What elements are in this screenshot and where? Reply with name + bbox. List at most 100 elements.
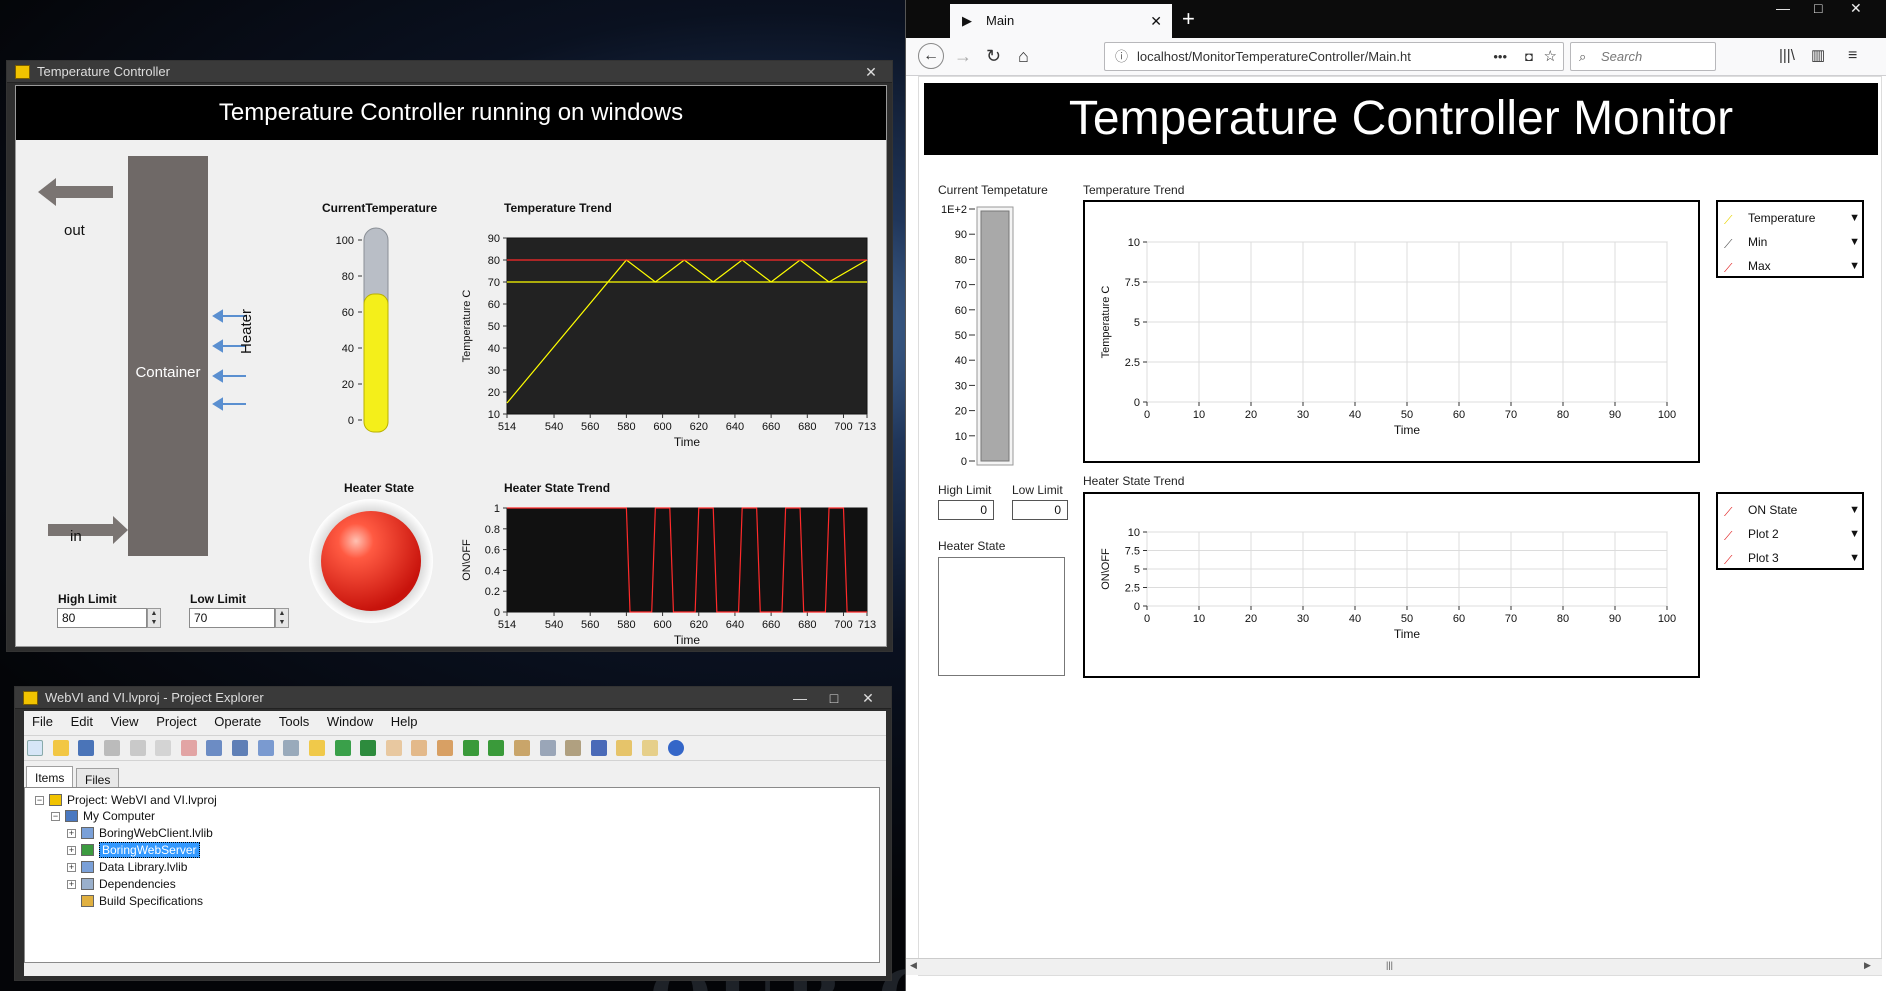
chevron-down-icon[interactable]: ▼ <box>1849 256 1860 276</box>
menu-icon[interactable]: ≡ <box>1848 46 1857 66</box>
tree-item-boringwebclient[interactable]: BoringWebClient.lvlib <box>81 825 213 841</box>
tree-item-data-library[interactable]: Data Library.lvlib <box>81 859 187 875</box>
build-icon[interactable] <box>206 740 223 756</box>
legend-item-min[interactable]: ⟋ Min ▼ <box>1724 232 1862 252</box>
menu-tools[interactable]: Tools <box>279 714 309 729</box>
help-icon[interactable] <box>667 740 684 756</box>
lock-icon[interactable] <box>616 740 633 756</box>
collapse-toggle[interactable]: − <box>35 796 44 805</box>
menu-project[interactable]: Project <box>156 714 196 729</box>
arrow-right-icon[interactable] <box>488 740 505 756</box>
legend-item-plot-3[interactable]: ⟋ Plot 3 ▼ <box>1724 548 1862 568</box>
tree-item-dependencies[interactable]: Dependencies <box>81 876 176 892</box>
pocket-icon[interactable]: ◘ <box>1525 43 1533 70</box>
legend-item-on-state[interactable]: ⟋ ON State ▼ <box>1724 500 1862 520</box>
menu-file[interactable]: File <box>32 714 53 729</box>
chevron-down-icon[interactable]: ▼ <box>1849 548 1860 568</box>
new-tab-icon[interactable]: + <box>1182 4 1195 34</box>
expand-toggle[interactable]: + <box>67 863 76 872</box>
save-all-icon[interactable] <box>78 740 95 756</box>
cut-icon[interactable] <box>103 740 120 756</box>
minimize-icon[interactable]: — <box>783 687 817 709</box>
horizontal-scrollbar[interactable]: ◀ ||| ▶ <box>906 958 1882 975</box>
tree-item-build-specifications[interactable]: Build Specifications <box>81 893 203 909</box>
sidebar-icon[interactable]: ▥ <box>1811 46 1825 66</box>
back-icon[interactable]: ← <box>918 43 944 69</box>
pe-title-bar[interactable]: WebVI and VI.lvproj - Project Explorer —… <box>15 687 891 709</box>
high-limit-input[interactable]: 80 <box>57 608 147 628</box>
chevron-down-icon[interactable]: ▼ <box>1849 232 1860 252</box>
tab-items[interactable]: Items <box>26 766 74 788</box>
copy-icon[interactable] <box>129 740 146 756</box>
close-icon[interactable]: ✕ <box>1850 0 1862 17</box>
library-icon[interactable]: |||\ <box>1779 46 1795 66</box>
new-icon[interactable] <box>27 740 43 756</box>
x-tick-label: 60 <box>1453 409 1465 421</box>
bookmark-star-icon[interactable]: ☆ <box>1544 43 1557 70</box>
collapse-toggle[interactable]: − <box>51 812 60 821</box>
compare-icon[interactable] <box>565 740 582 756</box>
add-item-icon[interactable] <box>334 740 351 756</box>
expand-toggle[interactable]: + <box>67 829 76 838</box>
dependency-icon[interactable] <box>513 740 530 756</box>
add-folder-icon[interactable] <box>360 740 377 756</box>
menu-view[interactable]: View <box>111 714 139 729</box>
delete-icon[interactable] <box>180 740 197 756</box>
open-icon[interactable] <box>52 740 69 756</box>
home-icon[interactable]: ⌂ <box>1018 46 1029 66</box>
unlock-icon[interactable] <box>642 740 658 756</box>
menu-edit[interactable]: Edit <box>71 714 93 729</box>
close-icon[interactable]: ✕ <box>851 687 885 709</box>
maximize-icon[interactable]: □ <box>1814 0 1822 16</box>
expand-toggle[interactable]: + <box>67 846 76 855</box>
hierarchy-icon[interactable] <box>283 740 300 756</box>
warning-icon[interactable] <box>308 740 325 756</box>
tree-item-boringwebserver[interactable]: BoringWebServer <box>81 842 200 858</box>
paste-icon[interactable] <box>155 740 172 756</box>
tree-item-my-computer[interactable]: My Computer <box>65 808 155 824</box>
legend-item-max[interactable]: ⟋ Max ▼ <box>1724 256 1862 276</box>
chevron-down-icon[interactable]: ▼ <box>1849 524 1860 544</box>
low-limit-spinner[interactable]: ▲ ▼ <box>275 608 289 628</box>
move-icon[interactable] <box>437 740 453 756</box>
chevron-down-icon[interactable]: ▼ <box>1849 500 1860 520</box>
menu-window[interactable]: Window <box>327 714 373 729</box>
chevron-down-icon[interactable]: ▼ <box>1849 208 1860 228</box>
close-icon[interactable]: ✕ <box>854 61 888 83</box>
search-input[interactable]: ⌕ Search <box>1570 42 1716 71</box>
url-bar[interactable]: ⓘ localhost/MonitorTemperatureController… <box>1104 42 1564 71</box>
menu-operate[interactable]: Operate <box>214 714 261 729</box>
low-limit-input[interactable]: 0 <box>1012 500 1068 520</box>
expand-icon[interactable] <box>385 740 402 756</box>
view-options-icon[interactable] <box>257 740 274 756</box>
y-tick-label: 40 <box>488 343 500 355</box>
info-icon[interactable]: ⓘ <box>1115 43 1128 70</box>
undo-icon[interactable] <box>590 740 607 756</box>
browser-window: ▶ Main ✕ + — □ ✕ ← → ↻ ⌂ ⓘ localhost/Mon… <box>905 0 1886 991</box>
close-tab-icon[interactable]: ✕ <box>1150 4 1162 38</box>
high-limit-spinner[interactable]: ▲ ▼ <box>147 608 161 628</box>
deploy-icon[interactable] <box>232 740 248 756</box>
y-tick-label: 5 <box>1134 564 1140 576</box>
forward-icon[interactable]: → <box>954 46 972 66</box>
browser-tab-main[interactable]: ▶ Main ✕ <box>950 4 1172 38</box>
y-tick-label: 7.5 <box>1125 277 1140 289</box>
expand-toggle[interactable]: + <box>67 880 76 889</box>
maximize-icon[interactable]: □ <box>817 687 851 709</box>
scroll-thumb-icon[interactable]: ||| <box>1386 960 1393 970</box>
page-actions-icon[interactable]: ••• <box>1493 43 1507 70</box>
collapse-icon[interactable] <box>411 740 428 756</box>
minimize-icon[interactable]: — <box>1776 0 1790 16</box>
legend-item-temperature[interactable]: ⟋ Temperature ▼ <box>1724 208 1862 228</box>
low-limit-input[interactable]: 70 <box>189 608 275 628</box>
scroll-left-icon[interactable]: ◀ <box>910 960 917 971</box>
find-icon[interactable] <box>539 740 556 756</box>
tc-title-bar[interactable]: Temperature Controller ✕ <box>7 61 892 83</box>
reload-icon[interactable]: ↻ <box>986 46 1001 66</box>
high-limit-input[interactable]: 0 <box>938 500 994 520</box>
legend-item-plot-2[interactable]: ⟋ Plot 2 ▼ <box>1724 524 1862 544</box>
tree-item-project[interactable]: Project: WebVI and VI.lvproj <box>49 792 217 808</box>
menu-help[interactable]: Help <box>391 714 418 729</box>
arrow-left-icon[interactable] <box>462 740 479 756</box>
scroll-right-icon[interactable]: ▶ <box>1864 960 1871 971</box>
